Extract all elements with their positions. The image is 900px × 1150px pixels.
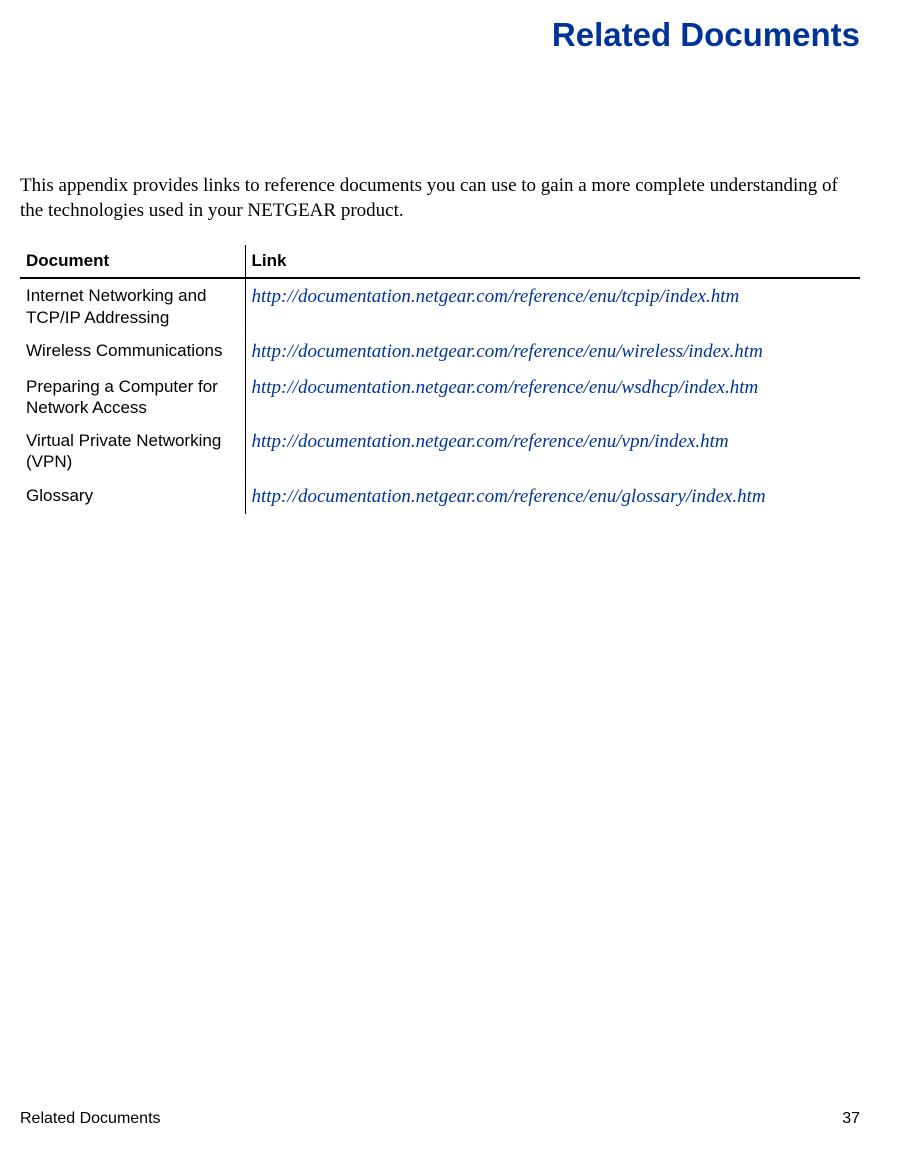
- document-link[interactable]: http://documentation.netgear.com/referen…: [252, 431, 729, 452]
- documents-table: Document Link Internet Networking and TC…: [20, 245, 860, 514]
- documents-table-wrap: Document Link Internet Networking and TC…: [20, 245, 860, 514]
- table-row: Wireless Communications http://documenta…: [20, 334, 860, 370]
- cell-document: Virtual Private Networking (VPN): [20, 424, 245, 479]
- cell-link: http://documentation.netgear.com/referen…: [245, 479, 860, 515]
- cell-document: Internet Networking and TCP/IP Addressin…: [20, 278, 245, 334]
- document-link[interactable]: http://documentation.netgear.com/referen…: [252, 486, 766, 507]
- page-title: Related Documents: [20, 16, 860, 54]
- cell-link: http://documentation.netgear.com/referen…: [245, 334, 860, 370]
- document-link[interactable]: http://documentation.netgear.com/referen…: [252, 341, 763, 362]
- document-link[interactable]: http://documentation.netgear.com/referen…: [252, 286, 740, 307]
- table-row: Preparing a Computer for Network Access …: [20, 370, 860, 425]
- footer-page-number: 37: [842, 1110, 860, 1128]
- table-header-row: Document Link: [20, 245, 860, 278]
- page: Related Documents This appendix provides…: [0, 0, 900, 1150]
- table-row: Virtual Private Networking (VPN) http://…: [20, 424, 860, 479]
- header-document: Document: [20, 245, 245, 278]
- cell-document: Wireless Communications: [20, 334, 245, 370]
- table-row: Internet Networking and TCP/IP Addressin…: [20, 278, 860, 334]
- footer-left: Related Documents: [20, 1110, 161, 1128]
- cell-document: Preparing a Computer for Network Access: [20, 370, 245, 425]
- table-row: Glossary http://documentation.netgear.co…: [20, 479, 860, 515]
- document-link[interactable]: http://documentation.netgear.com/referen…: [252, 377, 759, 398]
- cell-document: Glossary: [20, 479, 245, 515]
- intro-paragraph: This appendix provides links to referenc…: [20, 174, 860, 223]
- header-link: Link: [245, 245, 860, 278]
- cell-link: http://documentation.netgear.com/referen…: [245, 370, 860, 425]
- cell-link: http://documentation.netgear.com/referen…: [245, 424, 860, 479]
- cell-link: http://documentation.netgear.com/referen…: [245, 278, 860, 334]
- page-footer: Related Documents 37: [20, 1110, 860, 1128]
